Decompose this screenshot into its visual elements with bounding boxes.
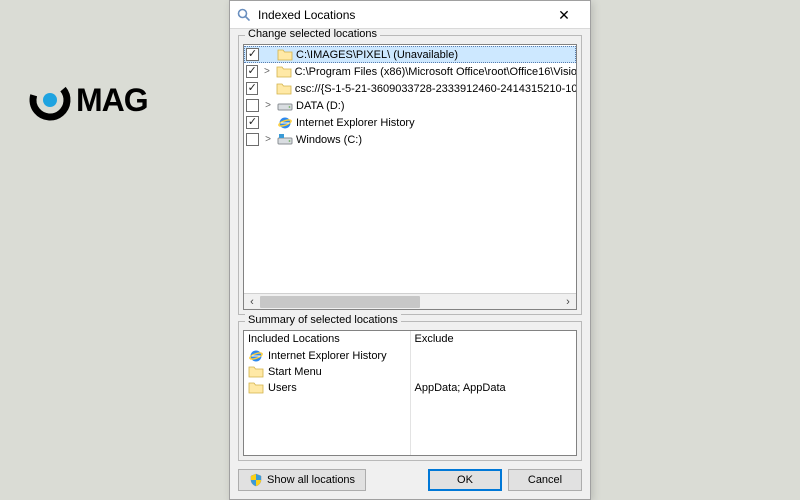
- included-row-label: Start Menu: [268, 366, 322, 378]
- cancel-label: Cancel: [528, 474, 562, 486]
- tree-row-label: DATA (D:): [296, 100, 344, 112]
- tree-row-label: C:\IMAGES\PIXEL\ (Unavailable): [296, 49, 458, 61]
- tree-row[interactable]: > DATA (D:): [244, 97, 576, 114]
- folder-icon: [248, 364, 264, 380]
- excluded-row: [415, 348, 573, 364]
- excluded-row-label: AppData; AppData: [415, 382, 506, 394]
- tree-checkbox[interactable]: [246, 82, 258, 95]
- scroll-track[interactable]: [260, 294, 560, 310]
- show-all-locations-label: Show all locations: [267, 474, 355, 486]
- summary-panel: Included Locations Internet Explorer His…: [243, 330, 577, 456]
- logo-mark-icon: [28, 78, 72, 122]
- tree-row-label: C:\Program Files (x86)\Microsoft Office\…: [295, 66, 576, 78]
- app-icon: [236, 7, 252, 23]
- folder-icon: [276, 64, 292, 80]
- group-summary-label: Summary of selected locations: [245, 314, 401, 326]
- locations-tree[interactable]: C:\IMAGES\PIXEL\ (Unavailable) > C:\Progra…: [243, 44, 577, 310]
- ok-button[interactable]: OK: [428, 469, 502, 491]
- excluded-row: [415, 364, 573, 380]
- dialog-body: Change selected locations C:\IMAGES\PIXE…: [230, 29, 590, 499]
- summary-included-column: Included Locations Internet Explorer His…: [244, 331, 410, 455]
- excluded-header: Exclude: [415, 333, 573, 345]
- tree-checkbox[interactable]: [246, 65, 258, 78]
- close-button[interactable]: ✕: [546, 5, 582, 25]
- tree-row[interactable]: > C:\Program Files (x86)\Microsoft Office…: [244, 63, 576, 80]
- tree-row-label: Windows (C:): [296, 134, 362, 146]
- brand-logo: MAG: [28, 78, 148, 122]
- indexed-locations-dialog: Indexed Locations ✕ Change selected loca…: [229, 0, 591, 500]
- titlebar[interactable]: Indexed Locations ✕: [230, 1, 590, 29]
- tree-checkbox[interactable]: [246, 116, 259, 129]
- ok-label: OK: [457, 474, 473, 486]
- tree-row[interactable]: csc://{S-1-5-21-3609033728-2333912460-24…: [244, 80, 576, 97]
- tree-row-label: Internet Explorer History: [296, 117, 415, 129]
- tree-checkbox[interactable]: [246, 133, 259, 146]
- excluded-row: AppData; AppData: [415, 380, 573, 396]
- included-row-label: Internet Explorer History: [268, 350, 387, 362]
- tree-row[interactable]: Internet Explorer History: [244, 114, 576, 131]
- scroll-thumb[interactable]: [260, 296, 420, 308]
- group-change-label: Change selected locations: [245, 29, 380, 40]
- group-summary: Summary of selected locations Included L…: [238, 321, 582, 461]
- folder-icon: [248, 380, 264, 396]
- included-row[interactable]: Internet Explorer History: [248, 348, 406, 364]
- included-header: Included Locations: [248, 333, 406, 345]
- tree-checkbox[interactable]: [246, 99, 259, 112]
- tree-row[interactable]: C:\IMAGES\PIXEL\ (Unavailable): [244, 46, 576, 63]
- folder-icon: [277, 47, 293, 63]
- ie-icon: [248, 348, 264, 364]
- uac-shield-icon: [249, 473, 263, 487]
- expander-icon[interactable]: >: [261, 66, 272, 77]
- group-change-locations: Change selected locations C:\IMAGES\PIXE…: [238, 35, 582, 315]
- logo-text: MAG: [76, 82, 148, 119]
- included-row-label: Users: [268, 382, 297, 394]
- ie-icon: [277, 115, 293, 131]
- tree-container: C:\IMAGES\PIXEL\ (Unavailable) > C:\Progra…: [243, 44, 577, 310]
- expander-icon[interactable]: >: [262, 100, 274, 111]
- drive-icon: [277, 98, 293, 114]
- included-row[interactable]: Start Menu: [248, 364, 406, 380]
- folder-icon: [276, 81, 292, 97]
- dialog-title: Indexed Locations: [258, 8, 546, 22]
- summary-excluded-column: Exclude AppData; AppData: [410, 331, 577, 455]
- cancel-button[interactable]: Cancel: [508, 469, 582, 491]
- tree-row-label: csc://{S-1-5-21-3609033728-2333912460-24…: [295, 83, 576, 95]
- tree-checkbox[interactable]: [246, 48, 259, 61]
- expander-icon[interactable]: >: [262, 134, 274, 145]
- sysdrive-icon: [277, 132, 293, 148]
- scroll-left-icon[interactable]: ‹: [244, 294, 260, 310]
- button-row: Show all locations OK Cancel: [238, 467, 582, 491]
- tree-row[interactable]: > Windows (C:): [244, 131, 576, 148]
- horizontal-scrollbar[interactable]: ‹ ›: [244, 293, 576, 309]
- scroll-right-icon[interactable]: ›: [560, 294, 576, 310]
- show-all-locations-button[interactable]: Show all locations: [238, 469, 366, 491]
- included-row[interactable]: Users: [248, 380, 406, 396]
